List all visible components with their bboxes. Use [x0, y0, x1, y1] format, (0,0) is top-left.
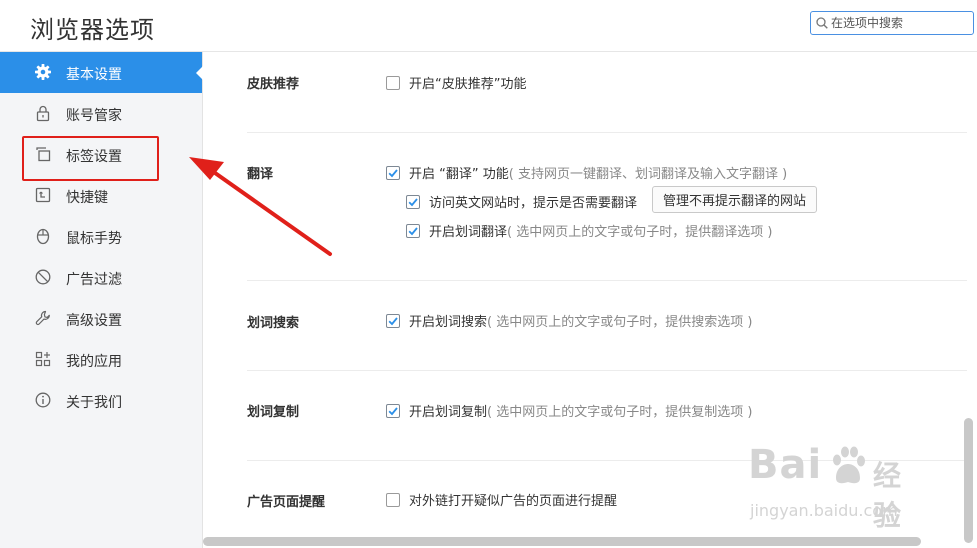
- option-hint: ( 选中网页上的文字或句子时，提供翻译选项 ): [507, 225, 773, 240]
- header: 浏览器选项: [0, 0, 977, 52]
- sidebar-item-label: 基本设置: [66, 67, 122, 83]
- sidebar-item-account[interactable]: 账号管家: [0, 93, 202, 134]
- apps-icon: [35, 351, 51, 367]
- option-selection-search[interactable]: 开启划词搜索 ( 选中网页上的文字或句子时，提供搜索选项 ): [386, 311, 752, 330]
- checkbox-translate-prompt[interactable]: [406, 194, 420, 209]
- divider: [247, 132, 967, 133]
- manage-no-prompt-sites-button[interactable]: 管理不再提示翻译的网站: [652, 186, 818, 213]
- option-skin-recommend[interactable]: 开启“皮肤推荐”功能: [386, 73, 526, 92]
- search-box[interactable]: [810, 11, 974, 35]
- sidebar-item-label: 鼠标手势: [66, 231, 122, 247]
- annotation-highlight-box: [22, 136, 159, 181]
- section-title-selection-search: 划词搜索: [247, 316, 300, 331]
- page-title: 浏览器选项: [30, 16, 155, 44]
- wrench-icon: [35, 310, 50, 326]
- divider: [247, 370, 967, 371]
- option-label: 开启划词复制: [409, 405, 488, 420]
- checkbox-selection-search[interactable]: [386, 313, 400, 328]
- sidebar-item-shortcuts[interactable]: 快捷键: [0, 175, 202, 216]
- option-translate[interactable]: 开启 “翻译” 功能 ( 支持网页一键翻译、划词翻译及输入文字翻译 ): [386, 163, 787, 182]
- sidebar-item-label: 账号管家: [66, 108, 122, 124]
- checkbox-skin-recommend[interactable]: [386, 75, 400, 90]
- checkmark-icon: [388, 168, 398, 177]
- mouse-icon: [36, 228, 50, 245]
- option-hint: ( 支持网页一键翻译、划词翻译及输入文字翻译 ): [508, 167, 788, 182]
- sidebar-item-label: 关于我们: [66, 395, 122, 411]
- sidebar-item-about-us[interactable]: 关于我们: [0, 380, 202, 421]
- search-input[interactable]: [831, 14, 969, 32]
- option-label: 开启“皮肤推荐”功能: [409, 77, 527, 92]
- lock-icon: [36, 105, 50, 122]
- checkmark-icon: [388, 406, 398, 415]
- option-ad-page-reminder[interactable]: 对外链打开疑似广告的页面进行提醒: [386, 490, 617, 509]
- checkbox-selection-translate[interactable]: [406, 223, 420, 238]
- checkbox-ad-page-reminder[interactable]: [386, 492, 400, 507]
- sidebar-item-basic-settings[interactable]: 基本设置: [0, 52, 203, 93]
- section-title-selection-copy: 划词复制: [247, 405, 300, 420]
- sidebar-item-label: 高级设置: [66, 313, 122, 329]
- option-selection-copy[interactable]: 开启划词复制 ( 选中网页上的文字或句子时，提供复制选项 ): [386, 401, 752, 420]
- block-icon: [35, 269, 51, 285]
- search-icon: [816, 17, 828, 29]
- checkbox-translate[interactable]: [386, 165, 400, 180]
- info-icon: [35, 392, 51, 408]
- option-selection-translate[interactable]: 开启划词翻译 ( 选中网页上的文字或句子时，提供翻译选项 ): [406, 221, 772, 240]
- option-label: 开启 “翻译” 功能: [409, 167, 509, 182]
- sidebar-item-label: 广告过滤: [66, 272, 122, 288]
- checkmark-icon: [408, 197, 418, 206]
- horizontal-scrollbar[interactable]: [203, 537, 921, 546]
- sidebar: 基本设置 账号管家 标签设置 快捷键 鼠标手势 广告过滤 高级设置 我的应用 关…: [0, 52, 203, 548]
- checkbox-selection-copy[interactable]: [386, 403, 400, 418]
- vertical-scrollbar[interactable]: [964, 418, 973, 543]
- option-label: 开启划词搜索: [409, 315, 488, 330]
- sidebar-item-label: 快捷键: [66, 190, 108, 206]
- section-title-skin: 皮肤推荐: [247, 77, 300, 92]
- sidebar-item-label: 我的应用: [66, 354, 122, 370]
- checkmark-icon: [388, 316, 398, 325]
- option-label: 对外链打开疑似广告的页面进行提醒: [409, 494, 618, 509]
- sidebar-item-mouse-gestures[interactable]: 鼠标手势: [0, 216, 202, 257]
- sidebar-item-ad-filter[interactable]: 广告过滤: [0, 257, 202, 298]
- gear-icon: [35, 64, 51, 80]
- option-label: 开启划词翻译: [429, 225, 508, 240]
- sidebar-item-advanced-settings[interactable]: 高级设置: [0, 298, 202, 339]
- section-title-translate: 翻译: [247, 167, 274, 182]
- option-translate-prompt[interactable]: 访问英文网站时，提示是否需要翻译: [406, 192, 637, 211]
- option-hint: ( 选中网页上的文字或句子时，提供搜索选项 ): [487, 315, 753, 330]
- divider: [247, 280, 967, 281]
- checkmark-icon: [408, 226, 418, 235]
- option-hint: ( 选中网页上的文字或句子时，提供复制选项 ): [487, 405, 753, 420]
- sidebar-item-my-apps[interactable]: 我的应用: [0, 339, 202, 380]
- section-title-ad-page-reminder: 广告页面提醒: [247, 495, 326, 510]
- keyboard-icon: [35, 187, 51, 203]
- settings-content: 皮肤推荐 开启“皮肤推荐”功能 翻译 开启 “翻译” 功能 ( 支持网页一键翻译…: [203, 52, 977, 548]
- divider: [247, 460, 967, 461]
- option-label: 访问英文网站时，提示是否需要翻译: [429, 196, 638, 211]
